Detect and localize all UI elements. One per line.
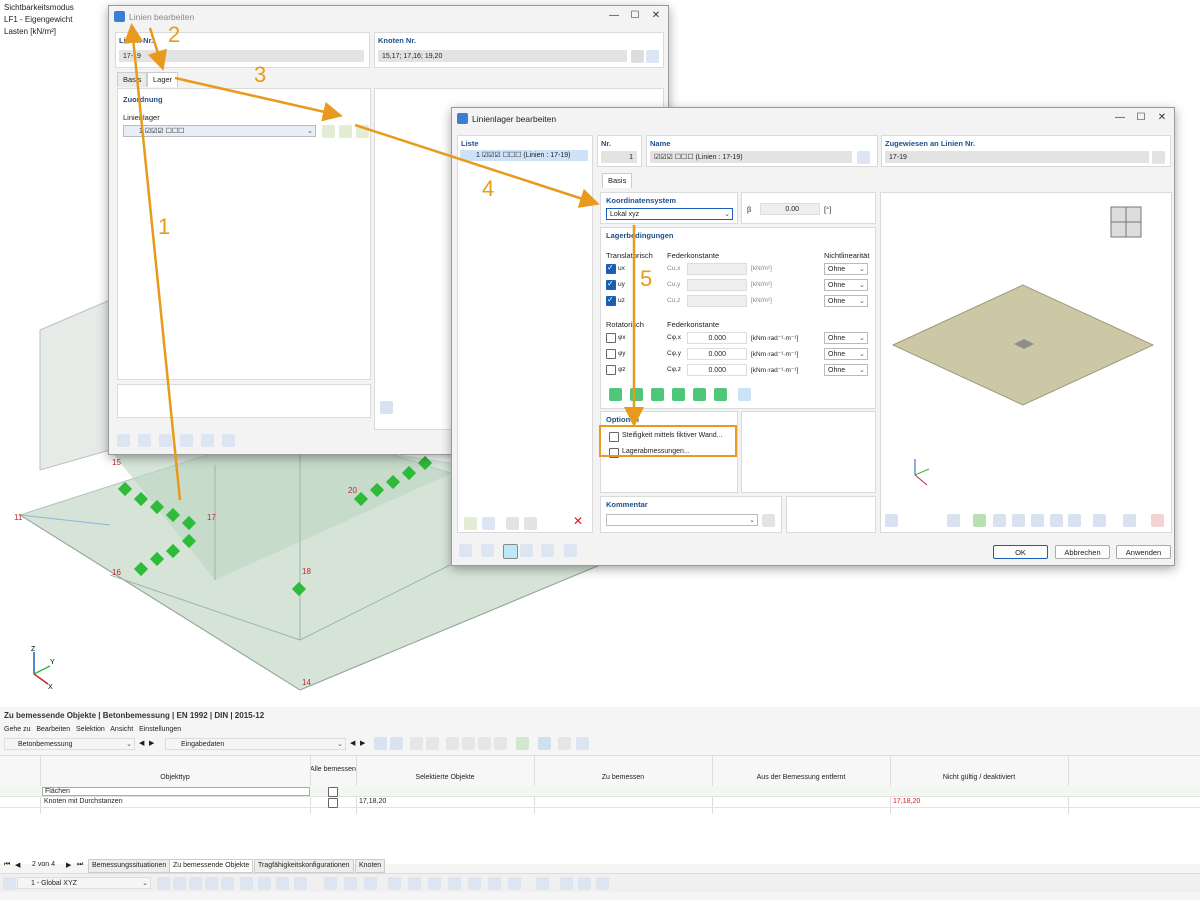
sort-icon[interactable] [426, 737, 439, 750]
draw-point-icon[interactable] [324, 877, 337, 890]
step-marker-4: 4 [482, 176, 495, 201]
menu-selection[interactable]: Selektion [76, 726, 105, 733]
draw-circle-icon[interactable] [428, 877, 441, 890]
objects-table: Objekttyp Alle bemessen Selektierte Obje… [0, 755, 1200, 864]
tutorial-arrows [123, 23, 737, 501]
step-marker-3: 3 [254, 62, 267, 87]
prev-page-icon[interactable]: ◀ [15, 861, 20, 869]
menu-goto[interactable]: Gehe zu [4, 726, 30, 733]
snap-line-icon[interactable] [189, 877, 202, 890]
coord-system-value: 1 - Global XYZ [31, 880, 77, 887]
workplane-icon[interactable] [240, 877, 253, 890]
draw-opening-icon[interactable] [560, 877, 573, 890]
export-row-icon[interactable] [494, 737, 507, 750]
last-page-icon[interactable]: ⏭ [77, 861, 83, 869]
draw-polyline-icon[interactable] [388, 877, 401, 890]
tab-objects-to-design[interactable]: Zu bemessende Objekte [169, 859, 254, 873]
design-all-checkbox[interactable] [328, 787, 338, 797]
chevron-down-icon: ⌄ [142, 880, 148, 887]
dimension-icon[interactable] [276, 877, 289, 890]
next-input-icon[interactable]: ▶ [360, 739, 365, 747]
header-object-type: Objekttyp [160, 774, 190, 781]
table-icon[interactable] [558, 737, 571, 750]
remove-row-icon[interactable] [462, 737, 475, 750]
status-toolbar: 1 - Global XYZ ⌄ [0, 873, 1200, 892]
next-page-icon[interactable]: ▶ [66, 861, 71, 869]
tab-design-situations[interactable]: Bemessungssituationen [88, 859, 171, 873]
draw-parabola-icon[interactable] [488, 877, 501, 890]
select-objects-icon[interactable] [374, 737, 387, 750]
panel-title: Zu bemessende Objekte | Betonbemessung |… [4, 711, 265, 720]
search-icon[interactable] [576, 737, 589, 750]
draw-member-icon[interactable] [578, 877, 591, 890]
menu-settings[interactable]: Einstellungen [139, 726, 181, 733]
draw-ellipse-icon[interactable] [468, 877, 481, 890]
snap-grid-icon[interactable] [157, 877, 170, 890]
deselect-objects-icon[interactable] [390, 737, 403, 750]
selected-objects-cell[interactable]: 17,18,20 [359, 798, 386, 805]
object-type-cell[interactable]: Flächen [42, 787, 310, 796]
excel-icon[interactable] [516, 737, 529, 750]
chevron-down-icon: ⌄ [337, 741, 343, 748]
draw-spline-icon[interactable] [448, 877, 461, 890]
first-page-icon[interactable]: ⏮ [4, 861, 10, 869]
step-marker-5: 5 [640, 266, 653, 291]
measure-icon[interactable] [294, 877, 307, 890]
header-selected-objects: Selektierte Objekte [415, 774, 475, 781]
design-all-checkbox[interactable] [328, 798, 338, 808]
invalid-objects-cell: 17,18,20 [893, 798, 921, 805]
insert-row-icon[interactable] [478, 737, 491, 750]
draw-surface-icon[interactable] [536, 877, 549, 890]
module-value: Betonbemessung [18, 741, 73, 748]
header-to-design: Zu bemessen [601, 774, 645, 781]
coord-system-select[interactable]: 1 - Global XYZ ⌄ [17, 877, 151, 889]
draw-rib-icon[interactable] [596, 877, 609, 890]
filter-icon[interactable] [410, 737, 423, 750]
menu-view[interactable]: Ansicht [110, 726, 133, 733]
draw-line-icon[interactable] [364, 877, 377, 890]
header-invalid: Nicht gültig / deaktiviert [942, 774, 1016, 781]
globe-icon[interactable] [538, 737, 551, 750]
header-removed: Aus der Bemessung entfernt [756, 774, 846, 781]
snap-node-icon[interactable] [173, 877, 186, 890]
panel-menu: Gehe zu Bearbeiten Selektion Ansicht Ein… [4, 726, 181, 733]
step-marker-2: 2 [168, 22, 181, 47]
menu-edit[interactable]: Bearbeiten [36, 726, 70, 733]
add-row-icon[interactable] [446, 737, 459, 750]
header-design-all: Alle bemessen [310, 766, 356, 773]
module-select[interactable]: Betonbemessung ⌄ [4, 738, 135, 750]
next-module-icon[interactable]: ▶ [149, 739, 154, 747]
input-data-value: Eingabedaten [181, 741, 225, 748]
input-data-select[interactable]: Eingabedaten ⌄ [165, 738, 346, 750]
snap-midpoint-icon[interactable] [205, 877, 218, 890]
draw-nurbs-icon[interactable] [508, 877, 521, 890]
prev-module-icon[interactable]: ◀ [139, 739, 144, 747]
table-row[interactable] [0, 797, 1200, 808]
tab-nodes[interactable]: Knoten [355, 859, 386, 873]
coord-system-icon[interactable] [3, 877, 16, 890]
page-indicator: 2 von 4 [32, 861, 55, 868]
chevron-down-icon: ⌄ [126, 741, 132, 748]
step-marker-1: 1 [158, 214, 171, 239]
guide-line-icon[interactable] [258, 877, 271, 890]
draw-node-icon[interactable] [344, 877, 357, 890]
snap-surface-icon[interactable] [221, 877, 234, 890]
object-type-cell: Knoten mit Durchstanzen [44, 798, 123, 805]
prev-input-icon[interactable]: ◀ [350, 739, 355, 747]
draw-arc-icon[interactable] [408, 877, 421, 890]
table-header-row [0, 756, 1200, 787]
tab-ultimate-configs[interactable]: Tragfähigkeitskonfigurationen [254, 859, 354, 873]
